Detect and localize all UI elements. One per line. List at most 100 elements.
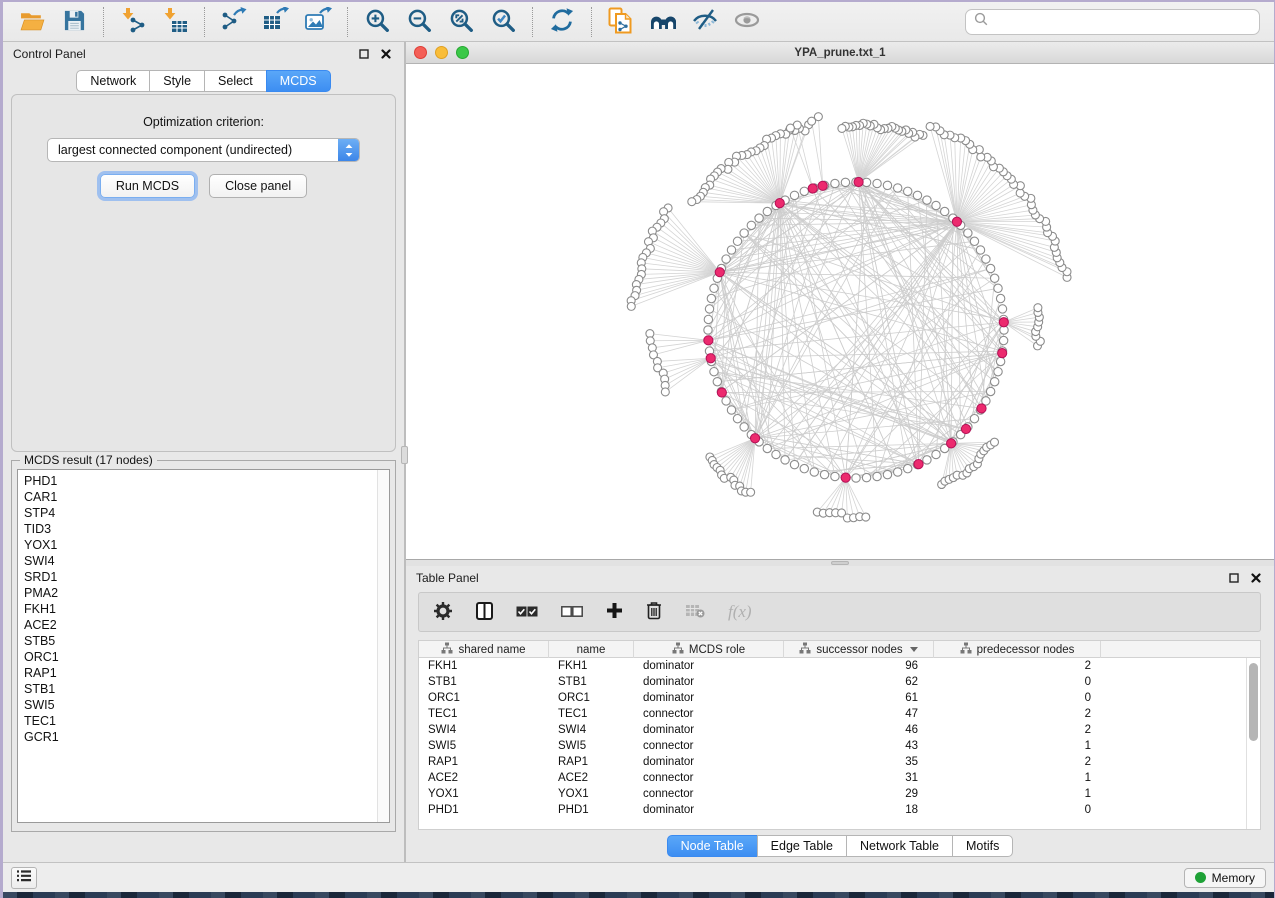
mcds-result-item[interactable]: CAR1 xyxy=(24,489,377,505)
mcds-result-item[interactable]: FKH1 xyxy=(24,601,377,617)
table-row[interactable]: ACE2ACE2connector311 xyxy=(419,770,1260,786)
mcds-hub-node[interactable] xyxy=(961,424,970,433)
zoom-fit-button[interactable] xyxy=(440,5,482,39)
mcds-hub-node[interactable] xyxy=(775,199,784,208)
mcds-result-item[interactable]: STB5 xyxy=(24,633,377,649)
mcds-result-item[interactable]: PMA2 xyxy=(24,585,377,601)
network-canvas[interactable] xyxy=(406,64,1274,559)
mcds-result-item[interactable]: GCR1 xyxy=(24,729,377,745)
splitter-grip[interactable] xyxy=(831,561,849,565)
first-neighbors-button[interactable] xyxy=(642,5,684,39)
mcds-hub-node[interactable] xyxy=(750,434,759,443)
column-header[interactable]: name xyxy=(549,641,634,658)
tab-motifs[interactable]: Motifs xyxy=(952,835,1013,857)
mcds-result-item[interactable]: TEC1 xyxy=(24,713,377,729)
table-row[interactable]: PHD1PHD1dominator180 xyxy=(419,802,1260,818)
mcds-hub-node[interactable] xyxy=(977,404,986,413)
table-row[interactable]: TEC1TEC1connector472 xyxy=(419,706,1260,722)
network-graph[interactable] xyxy=(406,64,1275,559)
tab-edge-table[interactable]: Edge Table xyxy=(757,835,847,857)
vertical-splitter-handle[interactable] xyxy=(401,446,408,464)
export-network-button[interactable] xyxy=(213,5,255,39)
clear-table-button[interactable] xyxy=(685,599,705,625)
mcds-result-item[interactable]: STB1 xyxy=(24,681,377,697)
zoom-in-button[interactable] xyxy=(356,5,398,39)
show-all-button[interactable] xyxy=(726,5,768,39)
zoom-selected-button[interactable] xyxy=(482,5,524,39)
tab-network-table[interactable]: Network Table xyxy=(846,835,953,857)
new-network-from-selection-button[interactable] xyxy=(600,5,642,39)
maximize-window-button[interactable] xyxy=(456,46,469,59)
mcds-hub-node[interactable] xyxy=(715,268,724,277)
table-row[interactable]: RAP1RAP1dominator352 xyxy=(419,754,1260,770)
table-settings-button[interactable] xyxy=(433,599,453,625)
float-table-panel-icon[interactable] xyxy=(1226,570,1242,586)
mcds-hub-node[interactable] xyxy=(841,473,850,482)
deselect-all-button[interactable] xyxy=(561,599,583,625)
table-scrollbar-thumb[interactable] xyxy=(1249,663,1258,741)
hide-selected-button[interactable] xyxy=(684,5,726,39)
column-header[interactable]: predecessor nodes xyxy=(934,641,1101,658)
show-columns-button[interactable] xyxy=(476,599,493,625)
task-history-button[interactable] xyxy=(11,867,37,889)
memory-button[interactable]: Memory xyxy=(1184,868,1266,888)
float-panel-icon[interactable] xyxy=(356,46,372,62)
table-row[interactable]: ORC1ORC1dominator610 xyxy=(419,690,1260,706)
mcds-hub-node[interactable] xyxy=(999,318,1008,327)
mcds-hub-node[interactable] xyxy=(947,439,956,448)
column-header[interactable]: shared name xyxy=(419,641,549,658)
mcds-hub-node[interactable] xyxy=(808,184,817,193)
table-row[interactable]: YOX1YOX1connector291 xyxy=(419,786,1260,802)
import-table-button[interactable] xyxy=(154,5,196,39)
close-panel-icon[interactable] xyxy=(378,46,394,62)
column-header[interactable]: successor nodes xyxy=(784,641,934,658)
save-session-button[interactable] xyxy=(53,5,95,39)
tab-mcds[interactable]: MCDS xyxy=(266,70,331,92)
import-network-button[interactable] xyxy=(112,5,154,39)
mcds-result-item[interactable]: SWI4 xyxy=(24,553,377,569)
mcds-hub-node[interactable] xyxy=(704,336,713,345)
table-row[interactable]: STB1STB1dominator620 xyxy=(419,674,1260,690)
mcds-result-item[interactable]: STP4 xyxy=(24,505,377,521)
zoom-out-button[interactable] xyxy=(398,5,440,39)
mcds-result-item[interactable]: RAP1 xyxy=(24,665,377,681)
mcds-hub-node[interactable] xyxy=(818,181,827,190)
mcds-hub-node[interactable] xyxy=(706,354,715,363)
criterion-select[interactable]: largest connected component (undirected) xyxy=(47,138,360,162)
mcds-hub-node[interactable] xyxy=(717,388,726,397)
select-all-button[interactable] xyxy=(516,599,538,625)
mcds-result-item[interactable]: ORC1 xyxy=(24,649,377,665)
mcds-result-item[interactable]: TID3 xyxy=(24,521,377,537)
horizontal-splitter[interactable] xyxy=(406,560,1274,566)
table-row[interactable]: SWI4SWI4dominator462 xyxy=(419,722,1260,738)
tab-select[interactable]: Select xyxy=(204,70,267,92)
mcds-result-item[interactable]: SWI5 xyxy=(24,697,377,713)
mcds-list-scrollbar[interactable] xyxy=(377,470,389,822)
close-table-panel-icon[interactable] xyxy=(1248,570,1264,586)
export-image-button[interactable] xyxy=(297,5,339,39)
mcds-hub-node[interactable] xyxy=(998,349,1007,358)
table-scrollbar[interactable] xyxy=(1246,658,1260,829)
mcds-result-item[interactable]: SRD1 xyxy=(24,569,377,585)
delete-row-button[interactable] xyxy=(646,599,662,625)
mcds-result-item[interactable]: PHD1 xyxy=(24,473,377,489)
mcds-hub-node[interactable] xyxy=(914,460,923,469)
run-mcds-button[interactable]: Run MCDS xyxy=(100,174,195,198)
export-table-button[interactable] xyxy=(255,5,297,39)
mcds-hub-node[interactable] xyxy=(854,177,863,186)
refresh-layout-button[interactable] xyxy=(541,5,583,39)
add-row-button[interactable] xyxy=(606,599,623,625)
tab-network[interactable]: Network xyxy=(76,70,150,92)
minimize-window-button[interactable] xyxy=(435,46,448,59)
mcds-result-item[interactable]: ACE2 xyxy=(24,617,377,633)
function-builder-button[interactable]: f(x) xyxy=(728,599,752,625)
column-header[interactable]: MCDS role xyxy=(634,641,784,658)
open-file-button[interactable] xyxy=(11,5,53,39)
close-window-button[interactable] xyxy=(414,46,427,59)
table-row[interactable]: SWI5SWI5connector431 xyxy=(419,738,1260,754)
search-input[interactable] xyxy=(994,14,1251,30)
tab-node-table[interactable]: Node Table xyxy=(667,835,758,857)
mcds-result-item[interactable]: YOX1 xyxy=(24,537,377,553)
tab-style[interactable]: Style xyxy=(149,70,205,92)
mcds-hub-node[interactable] xyxy=(952,217,961,226)
